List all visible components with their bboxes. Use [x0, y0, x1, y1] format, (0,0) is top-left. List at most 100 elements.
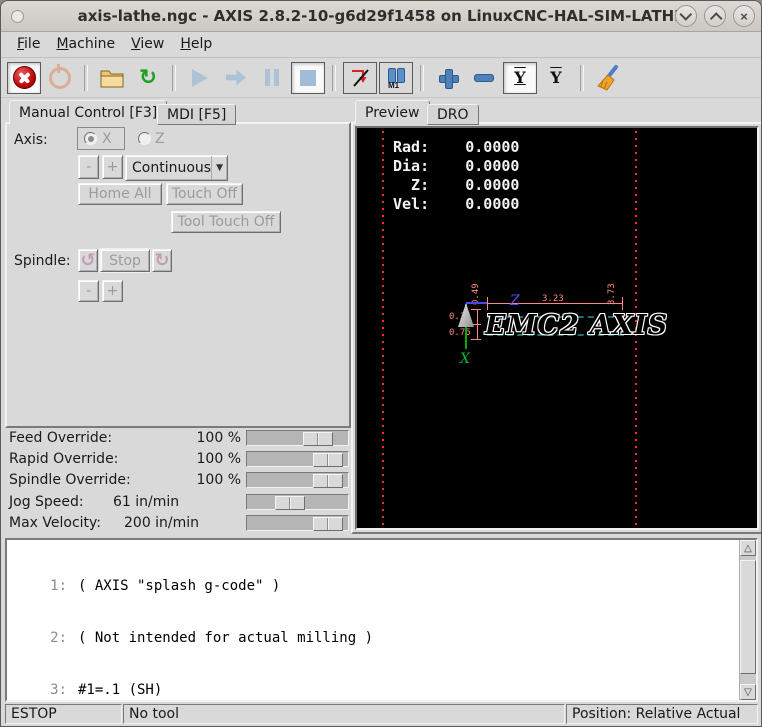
scrollbar-thumb[interactable] [740, 560, 756, 674]
gcode-scrollbar[interactable]: △ ▽ [739, 540, 756, 700]
dimension-tick [487, 297, 488, 310]
spindle-minus-button[interactable]: - [78, 280, 99, 302]
m1-pause-icon: M1 [385, 68, 407, 88]
gcode-line: 2:( Not intended for actual milling ) [7, 630, 738, 647]
zoom-out-icon [474, 74, 494, 82]
stop-button[interactable] [291, 62, 325, 94]
spindle-override-slider[interactable] [246, 472, 349, 488]
axis-z-radio[interactable] [138, 132, 151, 145]
spindle-plus-button[interactable]: + [102, 280, 123, 302]
z-axis-line [466, 302, 487, 304]
gcode-text: 1:( AXIS "splash g-code" ) 2:( Not inten… [7, 544, 738, 727]
skip-optional-lines-button[interactable] [343, 62, 377, 94]
tab-dro[interactable]: DRO [427, 104, 479, 125]
minimize-icon [679, 8, 692, 21]
toolbar-separator [420, 65, 424, 91]
maximize-button[interactable] [704, 5, 726, 27]
jog-speed-label: Jog Speed: [9, 494, 84, 510]
jog-mode-select[interactable]: Continuous ▼ [125, 155, 228, 181]
play-icon [192, 69, 208, 87]
gcode-line: 3:#1=.1 (SH) [7, 682, 738, 699]
spindle-label: Spindle: [14, 253, 71, 269]
slider-handle[interactable] [313, 517, 343, 531]
triangle-up-icon: △ [744, 543, 752, 554]
run-button[interactable] [183, 62, 217, 94]
open-file-button[interactable] [95, 62, 129, 94]
slider-handle[interactable] [313, 474, 343, 488]
rapid-override-slider[interactable] [246, 451, 349, 467]
menu-file[interactable]: File [9, 34, 48, 55]
feed-override-slider[interactable] [246, 430, 349, 446]
pause-button[interactable] [255, 62, 289, 94]
view-y-icon: Y [514, 70, 525, 86]
slider-handle[interactable] [313, 453, 343, 467]
scroll-up-button[interactable]: △ [740, 540, 756, 556]
window-title: axis-lathe.ngc - AXIS 2.8.2-10-g6d29f145… [1, 7, 761, 25]
axis-x-radio[interactable] [84, 132, 97, 145]
spindle-override-value: 100 % [171, 472, 241, 488]
spindle-stop-button[interactable]: Stop [100, 249, 150, 272]
close-button[interactable]: × [733, 5, 755, 27]
clear-plot-button[interactable] [591, 62, 625, 94]
gcode-view[interactable]: 1:( AXIS "splash g-code" ) 2:( Not inten… [5, 538, 758, 702]
touch-off-button[interactable]: Touch Off [166, 183, 243, 205]
dimension-tick [471, 339, 481, 340]
max-velocity-slider[interactable] [246, 515, 349, 531]
max-velocity-value: 200 in/min [124, 515, 199, 531]
triangle-down-icon: ▽ [744, 687, 752, 698]
menu-help[interactable]: Help [172, 34, 220, 55]
estop-button[interactable] [7, 62, 41, 94]
view-y2-button[interactable]: Y [539, 62, 573, 94]
manual-control-panel: Axis: X Z - + Continuous ▼ Home All Touc… [5, 122, 351, 428]
tab-mdi[interactable]: MDI [F5] [157, 104, 236, 125]
machine-power-button[interactable] [43, 62, 77, 94]
tab-manual-control[interactable]: Manual Control [F3] [9, 100, 167, 124]
view-y-button[interactable]: Y [503, 62, 537, 94]
machine-limit-line [382, 131, 384, 525]
toolbar-separator [172, 65, 176, 91]
jog-plus-button[interactable]: + [102, 155, 123, 179]
dimension-tick [622, 297, 623, 310]
menu-machine[interactable]: Machine [48, 34, 123, 55]
dimension-label-total: 3.73 [608, 283, 617, 305]
status-tool: No tool [123, 704, 565, 724]
spindle-ccw-icon: ↺ [80, 252, 95, 270]
zoom-in-icon [438, 68, 458, 88]
home-all-button[interactable]: Home All [78, 183, 162, 205]
spindle-ccw-button[interactable]: ↺ [78, 249, 98, 272]
spindle-override-label: Spindle Override: [9, 472, 131, 488]
tool-touch-off-button[interactable]: Tool Touch Off [171, 211, 281, 233]
axis-x-label: X [102, 131, 112, 147]
preview-canvas[interactable]: Rad: 0.0000Dia: 0.0000 Z: 0.0000Vel: 0.0… [355, 126, 759, 530]
menu-view[interactable]: View [123, 34, 172, 55]
feed-override-value: 100 % [171, 430, 241, 446]
jog-speed-slider[interactable] [246, 494, 349, 510]
toolbar: ↻ M1 Y Y [1, 58, 761, 98]
reload-file-button[interactable]: ↻ [131, 62, 165, 94]
rapid-override-label: Rapid Override: [9, 451, 118, 467]
minimize-button[interactable] [675, 5, 697, 27]
dimension-tick [471, 309, 481, 310]
jog-minus-button[interactable]: - [78, 155, 99, 179]
scroll-down-button[interactable]: ▽ [740, 684, 756, 700]
spindle-cw-icon: ↻ [154, 252, 169, 270]
open-folder-icon [99, 67, 125, 89]
slider-handle[interactable] [303, 432, 333, 446]
dimension-label-left-lower: 0.75 [449, 329, 471, 338]
menubar: File Machine View Help [1, 32, 761, 58]
skip-lines-icon [348, 66, 372, 90]
optional-pause-button[interactable]: M1 [379, 62, 413, 94]
x-axis-label: X [460, 352, 470, 366]
toolbar-separator [332, 65, 336, 91]
spindle-cw-button[interactable]: ↻ [152, 249, 172, 272]
titlebar: axis-lathe.ngc - AXIS 2.8.2-10-g6d29f145… [1, 1, 761, 32]
tab-preview[interactable]: Preview [355, 100, 430, 124]
step-button[interactable] [219, 62, 253, 94]
slider-handle[interactable] [275, 496, 305, 510]
jog-speed-value: 61 in/min [113, 494, 179, 510]
axis-label: Axis: [14, 132, 48, 148]
preview-panel: Rad: 0.0000Dia: 0.0000 Z: 0.0000Vel: 0.0… [351, 122, 762, 534]
zoom-out-button[interactable] [467, 62, 501, 94]
zoom-in-button[interactable] [431, 62, 465, 94]
emc2-axis-logo: EMC2 AXIS [485, 312, 668, 339]
